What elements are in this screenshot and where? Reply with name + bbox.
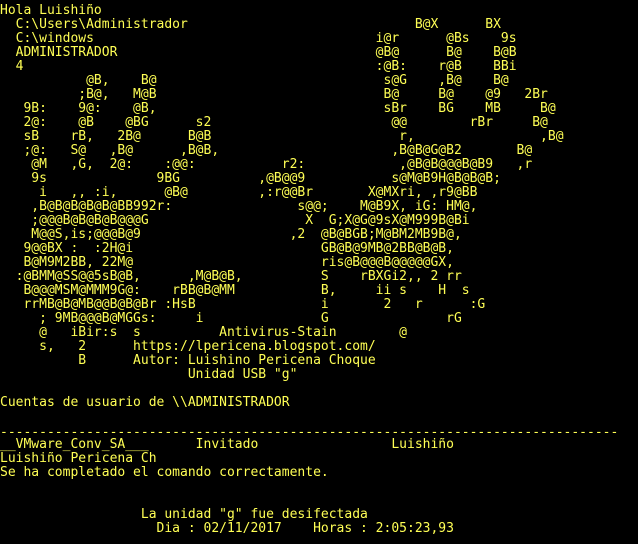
console-line: B Autor: Luishino Pericena Choque xyxy=(0,353,376,368)
console-line: 2@: @B @BG s2 @@ rBr B@ xyxy=(0,115,548,130)
date-time-line: Dia : 02/11/2017 Horas : 2:05:23,93 xyxy=(0,521,454,536)
accounts-header: Cuentas de usuario de \\ADMINISTRADOR xyxy=(0,395,290,410)
console-window[interactable]: Hola Luishiño C:\Users\Administrador B@X… xyxy=(0,0,638,544)
console-line: B@M9M2BB, 22M@ ris@B@@@B@@@@@GX, xyxy=(0,255,454,270)
console-line: 9@@BX : :2H@i GB@B@9MB@2BB@B@B, xyxy=(0,241,454,256)
console-line: ,B@B@B@B@B@BB992r: s@@; M@B9X, iG: HM@, xyxy=(0,199,478,214)
console-line: ;@@@B@B@B@B@@@G X G;X@G@9sX@M999B@Bi xyxy=(0,213,470,228)
disinfect-message: La unidad "g" fue desifectada xyxy=(0,507,368,522)
console-line: @ iBir:s s Antivirus-Stain @ xyxy=(0,325,407,340)
console-line: C:\Users\Administrador B@X BX xyxy=(0,17,501,32)
console-line: ; 9MB@@@B@MGGs: i G rG xyxy=(0,311,462,326)
console-line: ADMINISTRADOR @B@ B@ B@B xyxy=(0,45,517,60)
console-line: 4 :@B: r@B BBi xyxy=(0,59,517,74)
console-line: s, 2 https://lpericena.blogspot.com/ xyxy=(0,339,376,354)
command-result: Se ha completado el comando correctament… xyxy=(0,465,329,480)
console-line: ;B@, M@B B@ B@ @9 2Br xyxy=(0,87,548,102)
ascii-art-banner: Hola Luishiño C:\Users\Administrador B@X… xyxy=(0,4,564,382)
accounts-row: __VMware_Conv_SA___ Invitado Luishiño xyxy=(0,437,454,452)
console-line: ;@: S@ ,B@ ,B@B, ,B@B@G@B2 B@ xyxy=(0,143,533,158)
console-line: @B, B@ s@G ,B@ B@ xyxy=(0,73,509,88)
console-line: @M ,G, 2@: :@@: r2: ,@B@B@@@B@B9 ,r xyxy=(0,157,533,172)
console-line: i ,, :i, @B@ ,:r@@Br X@MXri, ,r9@BB xyxy=(0,185,478,200)
accounts-row-continued: Luishiño Pericena Ch xyxy=(0,451,157,466)
console-line: sB rB, 2B@ B@B r, ,B@ xyxy=(0,129,564,144)
console-line: B@@@MSM@MMM9G@: rBB@B@MM B, ii s H s xyxy=(0,283,470,298)
console-line: :@BMM@SS@@5sB@B, ,M@B@B, S rBXGi2,, 2 rr xyxy=(0,269,462,284)
console-line: Hola Luishiño xyxy=(0,3,102,18)
console-line: M@@S,is;@@@B@9 ,2 @B@BGB;M@BM2MB9B@, xyxy=(0,227,462,242)
console-line: rrMB@B@MB@@B@B@Br :HsB i 2 r :G xyxy=(0,297,486,312)
console-line: 9s 9BG ,@B@@9 s@M@B9H@B@B@B; xyxy=(0,171,501,186)
console-line: Unidad USB "g" xyxy=(0,367,298,382)
console-line: C:\windows i@r @Bs 9s xyxy=(0,31,517,46)
console-line: 9B: 9@: @B, sBr BG MB B@ xyxy=(0,101,556,116)
